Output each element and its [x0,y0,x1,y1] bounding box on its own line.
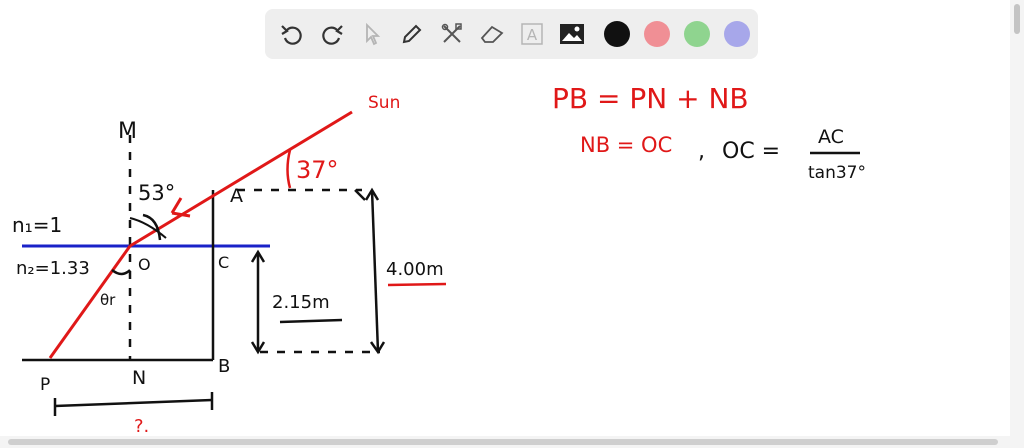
horizontal-scrollbar[interactable] [0,436,1010,448]
point-o-label: O [138,255,151,274]
vertical-scroll-thumb[interactable] [1014,4,1020,34]
vertical-scrollbar[interactable] [1010,0,1024,448]
fraction-denominator: tan37° [808,163,866,183]
unknown-length-label: ?. [134,416,149,437]
whiteboard-canvas[interactable]: Sun 37° 53° M A O C B N P n₁=1 n₂=1.33 θ… [0,0,1024,448]
note-oc-equals: OC = [722,139,780,164]
n1-label: n₁=1 [12,213,62,237]
angle-53-label: 53° [138,181,175,205]
angle-37-arc [286,149,292,189]
horizontal-scroll-thumb[interactable] [8,439,998,445]
height-total-label: 4.00m [386,259,444,280]
height-water-label: 2.15m [272,292,330,313]
dashed-corner [354,189,366,201]
point-a-label: A [230,185,243,207]
angle-37-label: 37° [296,156,339,184]
height-total-underline [387,282,447,287]
fraction-numerator: AC [818,126,844,148]
height-water-underline [279,318,343,324]
point-c-label: C [218,253,229,272]
point-b-label: B [218,356,230,377]
theta-r-label: θr [100,291,116,309]
note-line-1: PB = PN + NB [552,82,749,115]
note-nb-oc: NB = OC [580,133,672,157]
sun-label: Sun [368,93,400,113]
note-comma: , [698,139,705,164]
point-p-label: P [40,375,50,395]
point-m-label: M [118,119,137,144]
point-n-label: N [132,367,146,389]
n2-label: n₂=1.33 [16,258,90,279]
length-bracket [54,398,213,408]
angle-theta-arc [111,268,131,276]
height-total-arrow [370,189,380,353]
